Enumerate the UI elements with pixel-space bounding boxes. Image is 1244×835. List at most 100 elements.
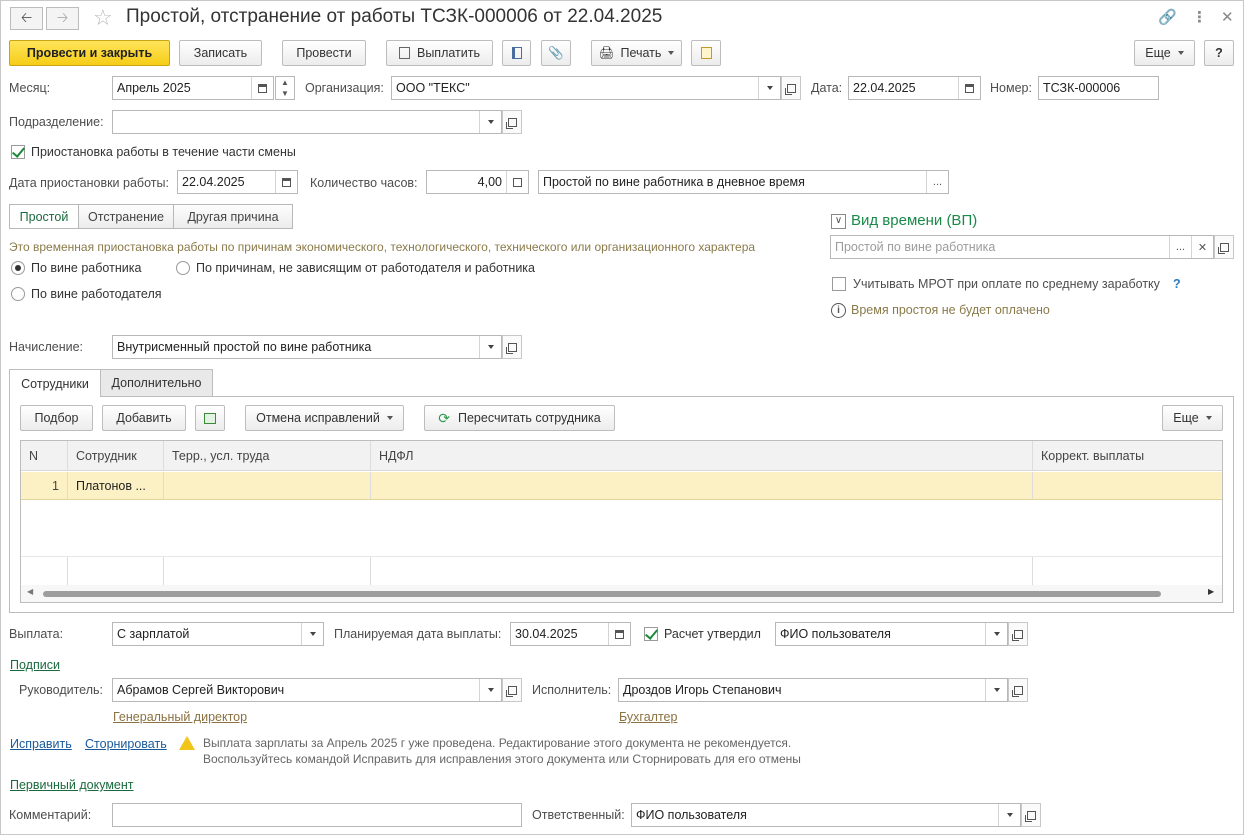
month-spinner[interactable]: ▲ ▼ (275, 76, 295, 100)
primary-doc-link[interactable]: Первичный документ (10, 778, 134, 792)
calendar-icon[interactable] (275, 171, 297, 193)
cell-territory[interactable] (164, 472, 371, 499)
recalc-employee-button[interactable]: ⟳ Пересчитать сотрудника (424, 405, 615, 431)
responsible-field[interactable]: ФИО пользователя (631, 803, 1021, 827)
horizontal-scrollbar[interactable]: ◀ ▶ (21, 585, 1222, 602)
approved-checkbox[interactable] (644, 627, 658, 641)
radio-employee-fault-label: По вине работника (31, 261, 142, 275)
col-ndfl[interactable]: НДФЛ (371, 441, 1033, 470)
date-field[interactable]: 22.04.2025 (848, 76, 981, 100)
attachment-icon[interactable]: 📎 (541, 40, 571, 66)
accrual-field[interactable]: Внутрисменный простой по вине работника (112, 335, 502, 359)
storno-link[interactable]: Сторнировать (85, 737, 167, 751)
calculator-icon[interactable] (506, 171, 528, 193)
cell-ndfl[interactable] (371, 472, 1033, 499)
col-employee[interactable]: Сотрудник (68, 441, 164, 470)
open-icon[interactable] (1008, 622, 1028, 646)
partial-shift-checkbox[interactable] (11, 145, 25, 159)
more-vertical-icon[interactable]: ⋮ (1192, 8, 1207, 26)
month-field[interactable]: Апрель 2025 (112, 76, 274, 100)
add-rows-icon[interactable] (195, 405, 225, 431)
time-type-vp-field[interactable]: Простой по вине работника ... ✕ (830, 235, 1214, 259)
collapse-chevron-icon[interactable]: ∨ (831, 214, 846, 229)
list-icon[interactable] (502, 40, 531, 66)
radio-independent[interactable] (176, 261, 190, 275)
col-correction[interactable]: Коррект. выплаты (1033, 441, 1222, 470)
open-icon[interactable] (1021, 803, 1041, 827)
col-territory[interactable]: Терр., усл. труда (164, 441, 371, 470)
open-icon[interactable] (1214, 235, 1234, 259)
add-button[interactable]: Добавить (102, 405, 186, 431)
chevron-down-icon[interactable] (998, 804, 1020, 826)
division-field[interactable] (112, 110, 502, 134)
payment-field[interactable]: С зарплатой (112, 622, 324, 646)
open-icon[interactable] (781, 76, 801, 100)
calendar-icon[interactable] (251, 77, 273, 99)
head-label: Руководитель: (19, 683, 104, 697)
post-button[interactable]: Провести (282, 40, 366, 66)
link-icon[interactable]: 🔗 (1158, 8, 1177, 26)
favorite-star-icon[interactable]: ☆ (93, 5, 113, 31)
executor-position-link[interactable]: Бухгалтер (619, 710, 677, 724)
open-icon[interactable] (1008, 678, 1028, 702)
tab-employees[interactable]: Сотрудники (9, 369, 101, 397)
chevron-down-icon[interactable] (479, 679, 501, 701)
calendar-icon[interactable] (958, 77, 980, 99)
forward-button[interactable]: 🡢 (46, 7, 79, 30)
tab-idle[interactable]: Простой (9, 204, 79, 229)
planned-date-field[interactable]: 30.04.2025 (510, 622, 631, 646)
calendar-icon[interactable] (608, 623, 630, 645)
table-row[interactable]: 1 Платонов ... (21, 472, 1222, 500)
chevron-down-icon[interactable] (985, 679, 1007, 701)
hours-field[interactable]: 4,00 (426, 170, 529, 194)
scroll-right-icon[interactable]: ▶ (1208, 587, 1214, 596)
suspension-date-field[interactable]: 22.04.2025 (177, 170, 298, 194)
print-button[interactable]: 🖨 Печать (591, 40, 682, 66)
time-type-field[interactable]: Простой по вине работника в дневное врем… (538, 170, 949, 194)
more-button[interactable]: Еще (1134, 40, 1195, 66)
mrot-checkbox[interactable] (832, 277, 846, 291)
comment-field[interactable] (112, 803, 522, 827)
select-ellipsis-icon[interactable]: ... (926, 171, 948, 193)
tab-additional[interactable]: Дополнительно (100, 369, 213, 396)
cell-employee[interactable]: Платонов ... (68, 472, 164, 499)
cell-correction[interactable] (1033, 472, 1222, 499)
back-button[interactable]: 🡠 (10, 7, 43, 30)
head-position-link[interactable]: Генеральный директор (113, 710, 247, 724)
number-field[interactable]: ТСЗК-000006 (1038, 76, 1159, 100)
payment-label: Выплата: (9, 627, 64, 641)
select-ellipsis-icon[interactable]: ... (1169, 236, 1191, 258)
post-and-close-button[interactable]: Провести и закрыть (9, 40, 170, 66)
scroll-thumb[interactable] (43, 591, 1161, 597)
signatures-link[interactable]: Подписи (10, 658, 60, 672)
table-more-button[interactable]: Еще (1162, 405, 1223, 431)
tab-suspension[interactable]: Отстранение (78, 204, 174, 229)
mrot-help-icon[interactable]: ? (1173, 277, 1181, 291)
pick-button[interactable]: Подбор (20, 405, 93, 431)
tab-other-reason[interactable]: Другая причина (173, 204, 293, 229)
col-n[interactable]: N (21, 441, 68, 470)
open-icon[interactable] (502, 335, 522, 359)
close-icon[interactable]: ✕ (1221, 8, 1234, 26)
scroll-left-icon[interactable]: ◀ (27, 587, 33, 596)
clear-icon[interactable]: ✕ (1191, 236, 1213, 258)
radio-employer-fault[interactable] (11, 287, 25, 301)
org-field[interactable]: ООО "ТЕКС" (391, 76, 781, 100)
open-icon[interactable] (502, 110, 522, 134)
chevron-down-icon[interactable] (985, 623, 1007, 645)
chevron-down-icon[interactable] (479, 111, 501, 133)
head-field[interactable]: Абрамов Сергей Викторович (112, 678, 502, 702)
open-icon[interactable] (502, 678, 522, 702)
chevron-down-icon[interactable] (758, 77, 780, 99)
chevron-down-icon[interactable] (479, 336, 501, 358)
cancel-corrections-button[interactable]: Отмена исправлений (245, 405, 404, 431)
executor-field[interactable]: Дроздов Игорь Степанович (618, 678, 1008, 702)
fix-link[interactable]: Исправить (10, 737, 72, 751)
save-button[interactable]: Записать (179, 40, 262, 66)
report-icon[interactable] (691, 40, 721, 66)
radio-employee-fault[interactable] (11, 261, 25, 275)
pay-button[interactable]: Выплатить (386, 40, 493, 66)
help-button[interactable]: ? (1204, 40, 1234, 66)
approved-user-field[interactable]: ФИО пользователя (775, 622, 1008, 646)
chevron-down-icon[interactable] (301, 623, 323, 645)
